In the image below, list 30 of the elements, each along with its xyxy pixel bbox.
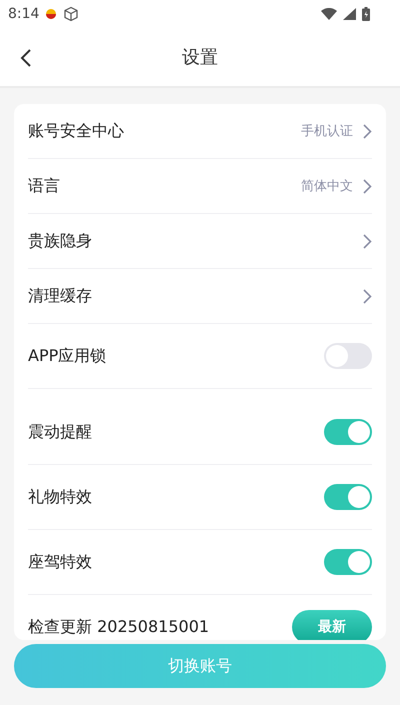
settings-row[interactable]: 清理缓存	[28, 269, 372, 324]
row-label: 座驾特效	[28, 552, 93, 572]
row-label: 清理缓存	[28, 286, 93, 306]
row-label: 语言	[28, 176, 61, 196]
toggle-switch[interactable]	[324, 419, 372, 445]
chevron-icon	[363, 124, 372, 138]
toggle-switch[interactable]	[324, 343, 372, 369]
toggle-switch[interactable]	[324, 549, 372, 575]
row-label: 检查更新 20250815001	[28, 616, 210, 638]
row-value: 简体中文	[301, 178, 353, 195]
emblem-icon	[45, 9, 58, 19]
chevron-icon	[363, 288, 372, 304]
signal-icon	[343, 8, 356, 20]
row-label: 账号安全中心	[28, 120, 125, 142]
page-title: 设置	[182, 46, 218, 69]
row-label: APP应用锁	[28, 346, 108, 366]
wifi-icon	[321, 8, 337, 20]
chevron-icon	[363, 234, 372, 248]
status-time: 8:14	[8, 6, 40, 22]
settings-row[interactable]: 语言 简体中文	[28, 159, 372, 214]
cube-icon	[63, 6, 80, 22]
row-label: 震动提醒	[28, 422, 93, 442]
row-label: 贵族隐身	[28, 230, 93, 252]
row-value: 手机认证	[301, 123, 353, 140]
battery-icon	[362, 7, 370, 21]
settings-row[interactable]: 贵族隐身	[28, 214, 372, 269]
settings-row[interactable]: 账号安全中心 手机认证	[28, 104, 372, 159]
row-label: 礼物特效	[28, 486, 93, 508]
toggle-switch[interactable]	[324, 484, 372, 510]
chevron-icon	[363, 178, 372, 194]
